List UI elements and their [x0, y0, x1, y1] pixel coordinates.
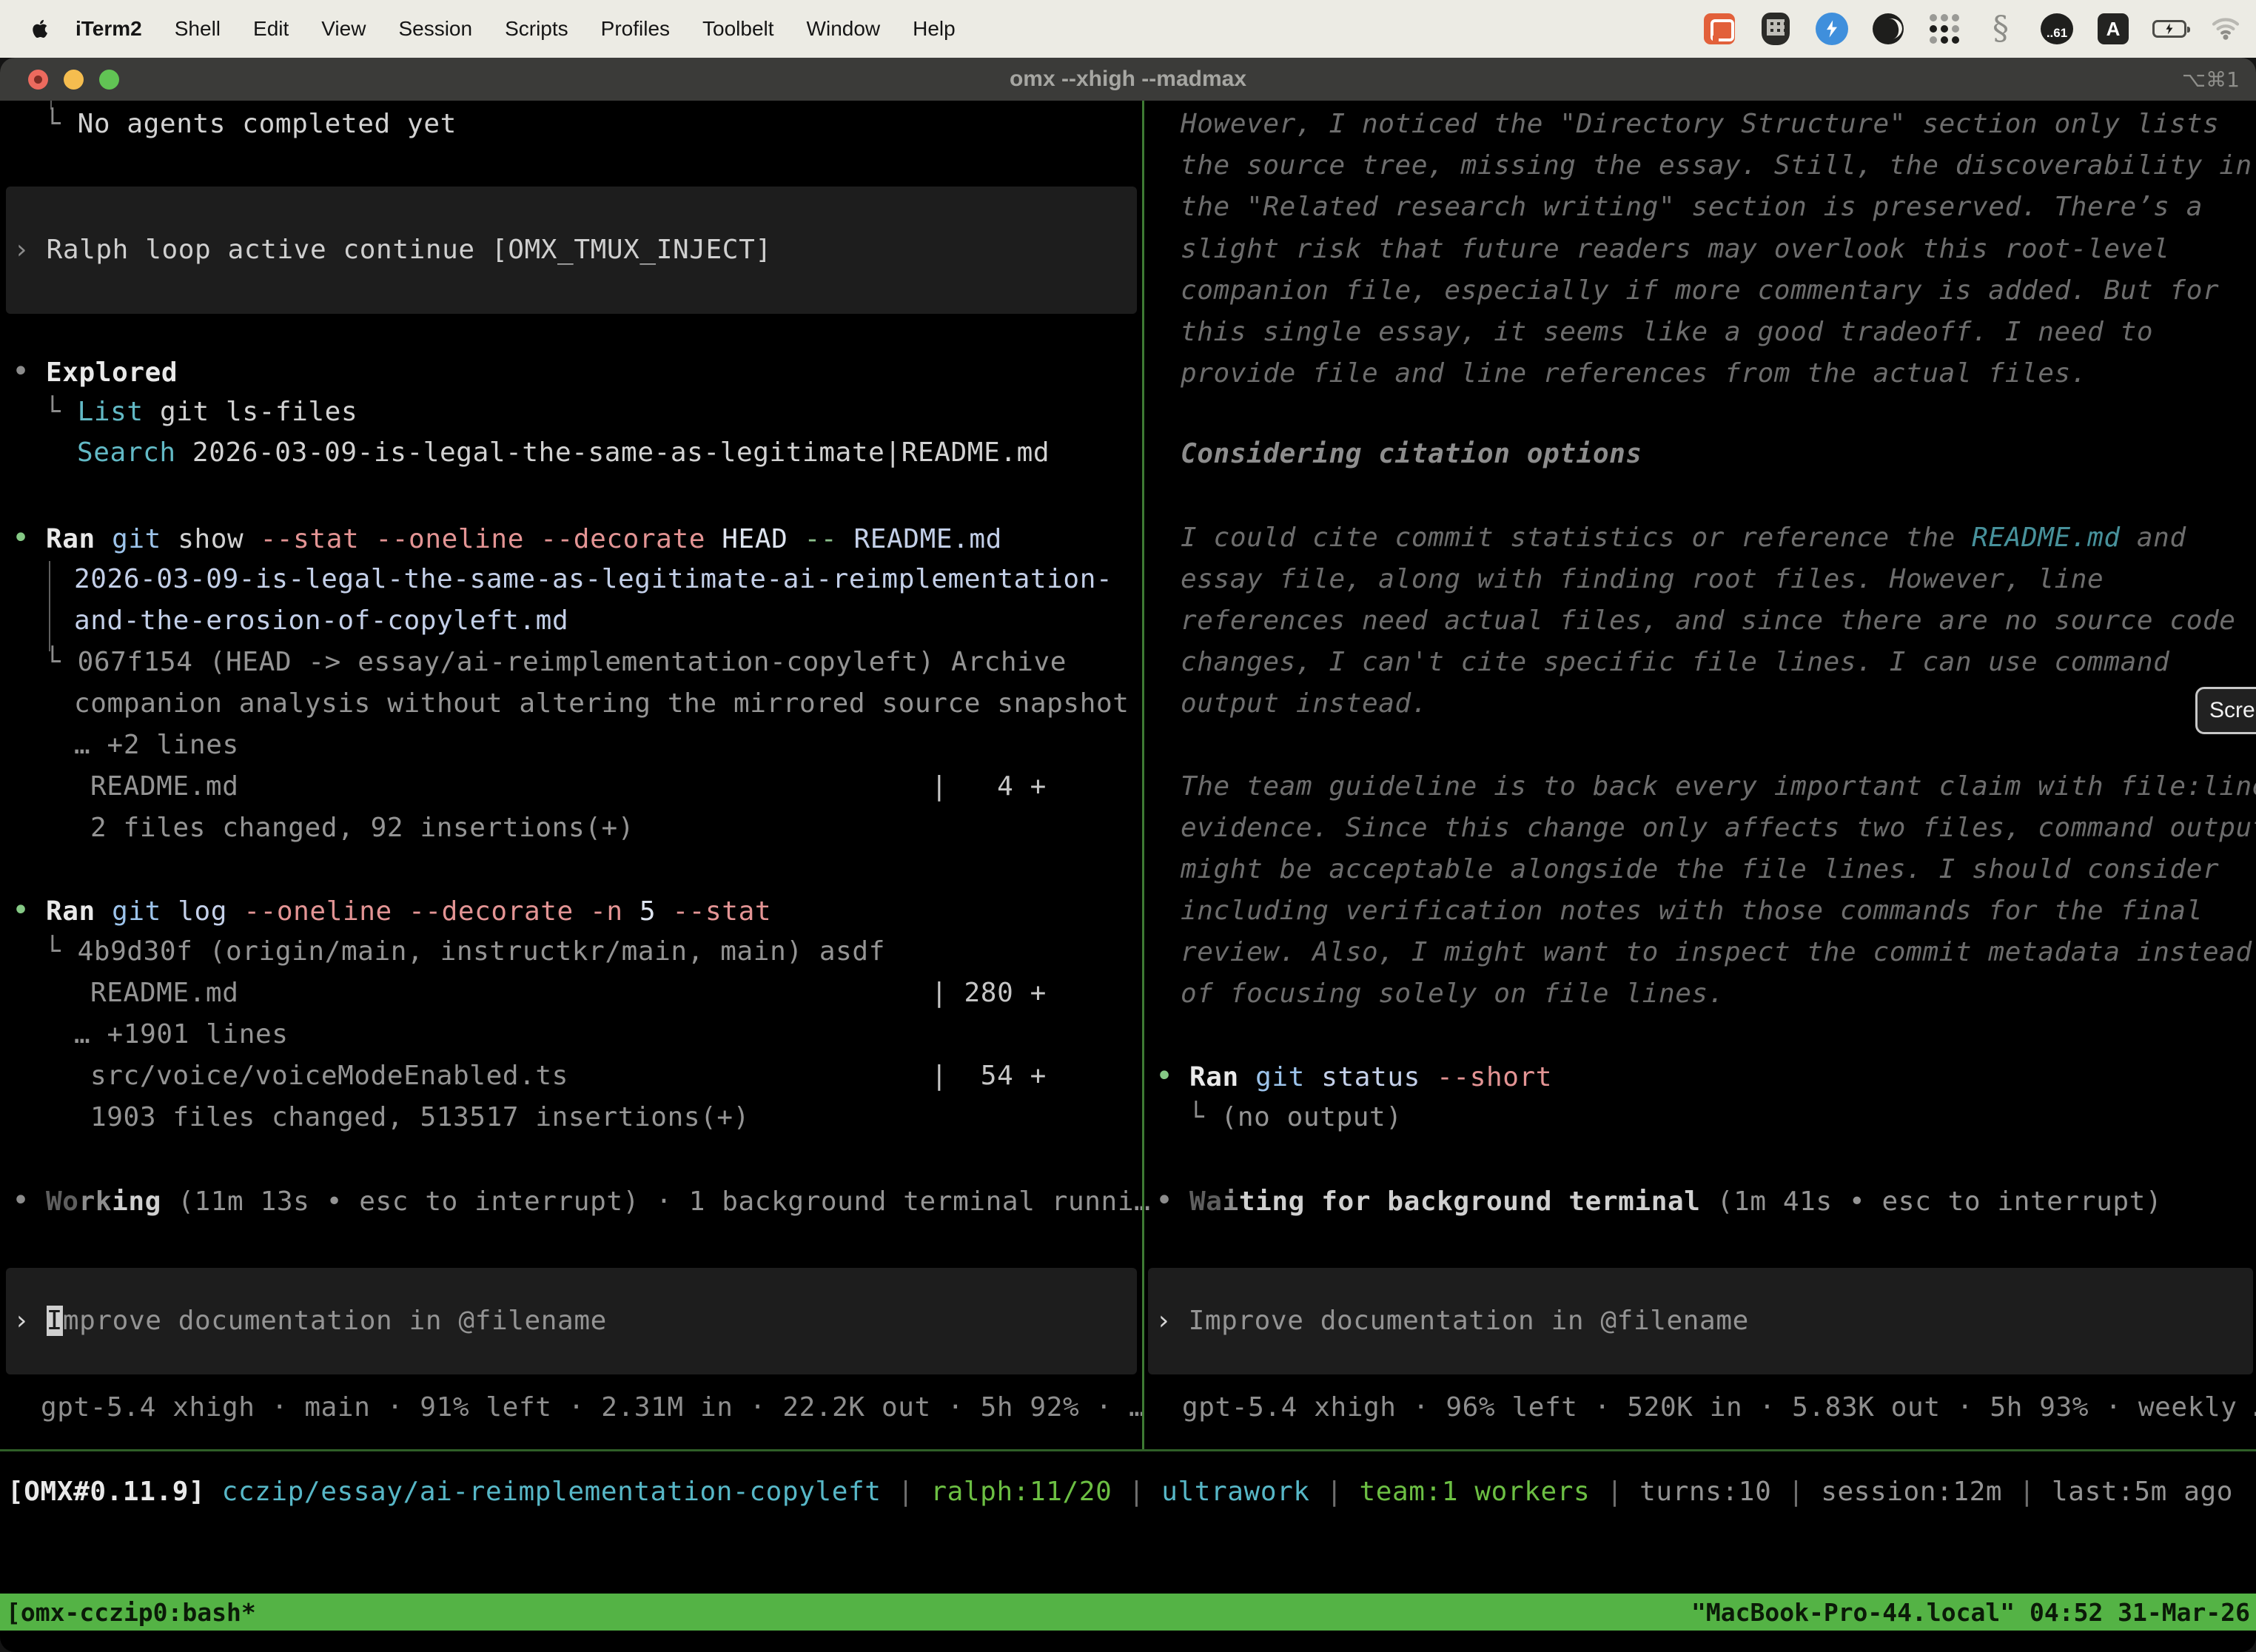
git-show-output-line: 2026-03-09-is-legal-the-same-as-legitima…	[74, 559, 1112, 600]
git-status-output-line: └ (no output)	[1188, 1097, 1403, 1138]
menu-item-session[interactable]: Session	[382, 17, 489, 41]
menu-item-view[interactable]: View	[305, 17, 382, 41]
prompt-text: › Improve documentation in @filename	[6, 1300, 607, 1342]
ralph-loop-box: › Ralph loop active continue [OMX_TMUX_I…	[6, 187, 1137, 314]
squiggle-icon[interactable]: §	[1984, 12, 2018, 46]
crescent-circle-icon[interactable]	[1871, 12, 1905, 46]
no-agents-line: └ No agents completed yet	[44, 104, 457, 145]
prompt-text: › Improve documentation in @filename	[1148, 1300, 1749, 1342]
apple-icon	[28, 16, 52, 42]
reasoning-paragraph-line: companion file, especially if more comme…	[1181, 270, 2219, 312]
window-title: omx --xhigh --madmax	[1010, 67, 1246, 92]
reasoning-paragraph-line: might be acceptable alongside the file l…	[1181, 849, 2219, 890]
pane-divider-vertical[interactable]	[1142, 101, 1144, 1449]
zoom-button[interactable]	[99, 70, 119, 90]
git-show-output-line: and-the-erosion-of-copyleft.md	[74, 600, 568, 642]
close-button[interactable]	[28, 70, 48, 90]
omx-status-line: [OMX#0.11.9] cczip/essay/ai-reimplementa…	[7, 1471, 2233, 1513]
dots-grid-icon[interactable]	[1927, 12, 1961, 46]
ultrawork-badge: ultrawork	[1161, 1477, 1309, 1507]
prompt-input-right[interactable]: › Improve documentation in @filename	[1148, 1268, 2253, 1374]
git-log-stat-line: src/voice/voiceModeEnabled.ts | 54 +	[90, 1055, 1047, 1097]
tree-line	[49, 561, 50, 651]
ralph-counter: ralph:11/20	[930, 1477, 1112, 1507]
reasoning-paragraph-line: The team guideline is to back every impo…	[1181, 766, 2256, 807]
text-cursor: I	[47, 1306, 63, 1336]
git-show-summary-line: 2 files changed, 92 insertions(+)	[90, 807, 634, 849]
bullet-icon: •	[1155, 1180, 1189, 1221]
waiting-status-line: •Waiting for background terminal (1m 41s…	[1155, 1180, 2162, 1221]
window-title-bar[interactable]: omx --xhigh --madmax ⌥⌘1	[0, 58, 2256, 101]
reasoning-paragraph-line: essay file, along with finding root file…	[1181, 559, 2104, 600]
reasoning-paragraph-line: output instead.	[1181, 683, 1428, 725]
reasoning-paragraph-line: including verification notes with those …	[1181, 890, 2203, 932]
git-log-output-line: └ 4b9d30f (origin/main, instructkr/main,…	[44, 931, 885, 973]
bullet-icon: •	[12, 351, 46, 392]
explored-header: •Explored	[12, 351, 178, 392]
readme-link: README.md	[1972, 523, 2120, 553]
git-show-stat-line: README.md | 4 +	[90, 766, 1047, 807]
reasoning-paragraph-line: this single essay, it seems like a good …	[1181, 312, 2153, 353]
battery-icon[interactable]	[2152, 12, 2186, 46]
model-status-line-right: gpt-5.4 xhigh · 96% left · 520K in · 5.8…	[1182, 1387, 2256, 1428]
reasoning-paragraph-line: evidence. Since this change only affects…	[1181, 807, 2256, 849]
menu-item-scripts[interactable]: Scripts	[489, 17, 585, 41]
prompt-input-left[interactable]: › Improve documentation in @filename	[6, 1268, 1137, 1374]
git-log-stat-line: README.md | 280 +	[90, 973, 1047, 1014]
reasoning-paragraph-line: However, I noticed the "Directory Struct…	[1181, 104, 2219, 145]
screen-tooltip: Scre	[2195, 687, 2256, 734]
menu-item-profiles[interactable]: Profiles	[585, 17, 686, 41]
reasoning-paragraph-line: review. Also, I might want to inspect th…	[1181, 932, 2252, 973]
minimize-button[interactable]	[64, 70, 84, 90]
menu-item-window[interactable]: Window	[790, 17, 897, 41]
git-log-output-line: … +1901 lines	[74, 1014, 289, 1055]
badge-61-icon[interactable]: ..61	[2040, 12, 2074, 46]
spark-badge-icon[interactable]	[1815, 12, 1849, 46]
reasoning-paragraph-line: of focusing solely on file lines.	[1181, 973, 1725, 1015]
explored-list-line: └ List git ls-files	[44, 392, 357, 433]
tmux-host-clock: "MacBook-Pro-44.local" 04:52 31-Mar-26	[1691, 1598, 2250, 1627]
menu-item-toolbelt[interactable]: Toolbelt	[686, 17, 790, 41]
tmux-session-label[interactable]: [omx-cczip0:bash*	[6, 1598, 256, 1627]
git-show-output-line: companion analysis without altering the …	[74, 683, 1129, 725]
menu-bar: iTerm2 Shell Edit View Session Scripts P…	[0, 0, 2256, 58]
git-show-output-line: … +2 lines	[74, 725, 239, 766]
working-status-line: •Working (11m 13s • esc to interrupt) · …	[12, 1180, 1150, 1221]
git-show-command: •Ran git show --stat --oneline --decorat…	[12, 517, 1002, 559]
git-log-summary-line: 1903 files changed, 513517 insertions(+)	[90, 1097, 750, 1138]
reasoning-paragraph-line: provide file and line references from th…	[1181, 353, 2087, 394]
menu-item-iterm2[interactable]: iTerm2	[59, 17, 158, 41]
menu-item-help[interactable]: Help	[896, 17, 972, 41]
menu-item-edit[interactable]: Edit	[237, 17, 305, 41]
bullet-icon: •	[12, 1180, 46, 1221]
model-status-line-left: gpt-5.4 xhigh · main · 91% left · 2.31M …	[41, 1387, 1145, 1428]
reasoning-paragraph-line: the "Related research writing" section i…	[1181, 187, 2203, 228]
chat-bubble-icon[interactable]	[1702, 12, 1736, 46]
reasoning-paragraph-line: references need actual files, and since …	[1181, 600, 2236, 642]
reasoning-paragraph-line: slight risk that future readers may over…	[1181, 229, 2169, 270]
input-source-icon[interactable]: A	[2096, 12, 2130, 46]
iterm2-window: omx --xhigh --madmax ⌥⌘1 └ No agents com…	[0, 58, 2256, 1652]
wifi-icon[interactable]	[2209, 12, 2243, 46]
bullet-icon: •	[1155, 1055, 1189, 1097]
reasoning-paragraph-line: changes, I can't cite specific file line…	[1181, 642, 2169, 683]
bullet-icon: •	[12, 890, 46, 931]
tmux-status-bar: [omx-cczip0:bash* "MacBook-Pro-44.local"…	[0, 1594, 2256, 1631]
bullet-icon: •	[12, 517, 46, 559]
menubar-status-icons: § ..61 A	[1702, 0, 2243, 58]
reasoning-heading: Considering citation options	[1181, 434, 1642, 475]
apple-menu[interactable]	[28, 16, 52, 42]
pane-divider-horizontal	[0, 1449, 2256, 1451]
reasoning-paragraph-line: the source tree, missing the essay. Stil…	[1181, 145, 2252, 187]
menu-item-shell[interactable]: Shell	[158, 17, 237, 41]
git-show-output-line: └ 067f154 (HEAD -> essay/ai-reimplementa…	[44, 642, 1067, 683]
shield-grid-icon[interactable]	[1759, 12, 1793, 46]
ralph-loop-line: › Ralph loop active continue [OMX_TMUX_I…	[6, 229, 772, 271]
window-shortcut-badge: ⌥⌘1	[2182, 58, 2240, 101]
explored-search-line: Search 2026-03-09-is-legal-the-same-as-l…	[77, 432, 1050, 474]
reasoning-paragraph-line: I could cite commit statistics or refere…	[1181, 517, 2186, 559]
team-workers-badge: team:1 workers	[1359, 1477, 1590, 1507]
git-log-command: •Ran git log --oneline --decorate -n 5 -…	[12, 890, 771, 931]
git-status-command: •Ran git status --short	[1155, 1055, 1552, 1097]
